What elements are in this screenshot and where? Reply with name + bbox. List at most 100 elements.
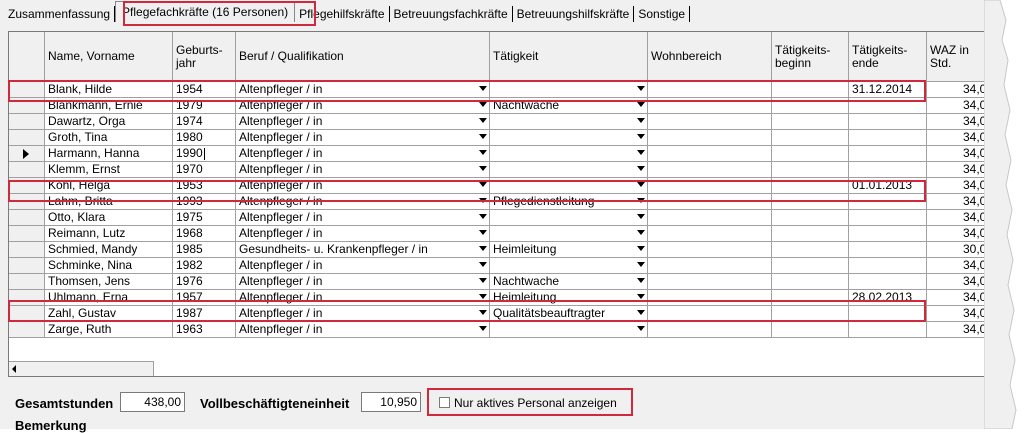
tab-pflegefachkraefte[interactable]: Pflegefachkräfte (16 Personen) (115, 1, 296, 22)
beginn-cell[interactable] (772, 274, 849, 290)
dropdown-arrow-icon[interactable] (637, 86, 645, 91)
birth-year-cell[interactable]: 1970 (173, 162, 236, 178)
name-cell[interactable]: Dawartz, Orga (45, 114, 173, 130)
ende-cell[interactable] (849, 98, 927, 114)
name-cell[interactable]: Groth, Tina (45, 130, 173, 146)
ende-cell[interactable] (849, 114, 927, 130)
birth-year-cell[interactable]: 1963 (173, 322, 236, 338)
beruf-select[interactable]: Altenpfleger / in (236, 98, 490, 114)
beruf-select[interactable]: Altenpfleger / in (236, 258, 490, 274)
birth-year-cell[interactable]: 1953 (173, 178, 236, 194)
header-birth-year[interactable]: Geburts-jahr (173, 32, 236, 81)
ende-cell[interactable] (849, 242, 927, 258)
row-selector[interactable] (9, 130, 45, 146)
table-row[interactable]: Schminke, Nina 1982 Altenpfleger / in 34,00 (9, 258, 997, 274)
dropdown-arrow-icon[interactable] (637, 150, 645, 155)
dropdown-arrow-icon[interactable] (479, 214, 487, 219)
birth-year-cell[interactable]: 1982 (173, 258, 236, 274)
dropdown-arrow-icon[interactable] (479, 182, 487, 187)
scroll-left-icon[interactable] (12, 365, 16, 373)
beruf-select[interactable]: Altenpfleger / in (236, 178, 490, 194)
birth-year-cell[interactable]: 1954 (173, 82, 236, 98)
dropdown-arrow-icon[interactable] (479, 166, 487, 171)
horizontal-scrollbar[interactable] (9, 361, 154, 376)
beginn-cell[interactable] (772, 162, 849, 178)
wohnbereich-cell[interactable] (648, 322, 772, 338)
wohnbereich-cell[interactable] (648, 178, 772, 194)
taetigkeit-select[interactable]: Qualitätsbeauftragter (490, 306, 648, 322)
name-cell[interactable]: Lahm, Britta (45, 194, 173, 210)
header-ende[interactable]: Tätigkeits-ende (849, 32, 927, 81)
birth-year-cell[interactable]: 1976 (173, 274, 236, 290)
birth-year-cell[interactable]: 1985 (173, 242, 236, 258)
wohnbereich-cell[interactable] (648, 194, 772, 210)
dropdown-arrow-icon[interactable] (479, 102, 487, 107)
row-selector[interactable] (9, 226, 45, 242)
beruf-select[interactable]: Altenpfleger / in (236, 226, 490, 242)
ende-cell[interactable] (849, 258, 927, 274)
birth-year-cell[interactable]: 1974 (173, 114, 236, 130)
beruf-select[interactable]: Altenpfleger / in (236, 82, 490, 98)
tab-sonstige[interactable]: Sonstige (634, 6, 691, 22)
ende-cell[interactable] (849, 162, 927, 178)
beginn-cell[interactable] (772, 82, 849, 98)
taetigkeit-select[interactable] (490, 258, 648, 274)
tab-betreuungshilfskraefte[interactable]: Betreuungshilfskräfte (513, 6, 635, 22)
beruf-select[interactable]: Altenpfleger / in (236, 290, 490, 306)
ende-cell[interactable] (849, 274, 927, 290)
wohnbereich-cell[interactable] (648, 210, 772, 226)
birth-year-cell[interactable]: 1957 (173, 290, 236, 306)
name-cell[interactable]: Schminke, Nina (45, 258, 173, 274)
wohnbereich-cell[interactable] (648, 226, 772, 242)
taetigkeit-select[interactable]: Nachtwache (490, 274, 648, 290)
table-row[interactable]: Reimann, Lutz 1968 Altenpfleger / in 34,00 (9, 226, 997, 242)
dropdown-arrow-icon[interactable] (637, 262, 645, 267)
beginn-cell[interactable] (772, 146, 849, 162)
wohnbereich-cell[interactable] (648, 146, 772, 162)
row-selector[interactable] (9, 82, 45, 98)
table-row[interactable]: Klemm, Ernst 1970 Altenpfleger / in 34,00 (9, 162, 997, 178)
name-cell[interactable]: Schmied, Mandy (45, 242, 173, 258)
beruf-select[interactable]: Altenpfleger / in (236, 146, 490, 162)
taetigkeit-select[interactable]: Pflegedienstleitung (490, 194, 648, 210)
table-row[interactable]: Groth, Tina 1980 Altenpfleger / in 34,00 (9, 130, 997, 146)
name-cell[interactable]: Zahl, Gustav (45, 306, 173, 322)
row-selector[interactable] (9, 274, 45, 290)
tab-pflegehilfskraefte[interactable]: Pflegehilfskräfte (295, 6, 390, 22)
taetigkeit-select[interactable] (490, 82, 648, 98)
wohnbereich-cell[interactable] (648, 98, 772, 114)
dropdown-arrow-icon[interactable] (479, 150, 487, 155)
row-selector[interactable] (9, 146, 45, 162)
dropdown-arrow-icon[interactable] (479, 278, 487, 283)
taetigkeit-select[interactable] (490, 146, 648, 162)
table-row[interactable]: Kohl, Helga 1953 Altenpfleger / in 01.01.20… (9, 178, 997, 194)
aktiv-checkbox-label[interactable]: Nur aktives Personal anzeigen (454, 396, 617, 410)
beginn-cell[interactable] (772, 114, 849, 130)
tab-betreuungsfachkraefte[interactable]: Betreuungsfachkräfte (390, 6, 513, 22)
ende-cell[interactable] (849, 322, 927, 338)
name-cell[interactable]: Zarge, Ruth (45, 322, 173, 338)
beruf-select[interactable]: Altenpfleger / in (236, 194, 490, 210)
dropdown-arrow-icon[interactable] (637, 134, 645, 139)
dropdown-arrow-icon[interactable] (479, 86, 487, 91)
dropdown-arrow-icon[interactable] (479, 198, 487, 203)
birth-year-cell[interactable]: 1979 (173, 98, 236, 114)
wohnbereich-cell[interactable] (648, 290, 772, 306)
header-beruf[interactable]: Beruf / Qualifikation (236, 32, 490, 81)
beginn-cell[interactable] (772, 178, 849, 194)
table-row[interactable]: Blank, Hilde 1954 Altenpfleger / in 31.12.2… (9, 82, 997, 98)
beginn-cell[interactable] (772, 226, 849, 242)
wohnbereich-cell[interactable] (648, 258, 772, 274)
tab-zusammenfassung[interactable]: Zusammenfassung (0, 6, 116, 22)
ende-cell[interactable] (849, 146, 927, 162)
row-selector[interactable] (9, 210, 45, 226)
dropdown-arrow-icon[interactable] (479, 118, 487, 123)
table-row[interactable]: Uhlmann, Erna 1957 Altenpfleger / in Heimle… (9, 290, 997, 306)
row-selector[interactable] (9, 322, 45, 338)
row-selector[interactable] (9, 114, 45, 130)
beruf-select[interactable]: Altenpfleger / in (236, 306, 490, 322)
ende-cell[interactable] (849, 306, 927, 322)
beruf-select[interactable]: Altenpfleger / in (236, 162, 490, 178)
dropdown-arrow-icon[interactable] (479, 310, 487, 315)
dropdown-arrow-icon[interactable] (637, 326, 645, 331)
